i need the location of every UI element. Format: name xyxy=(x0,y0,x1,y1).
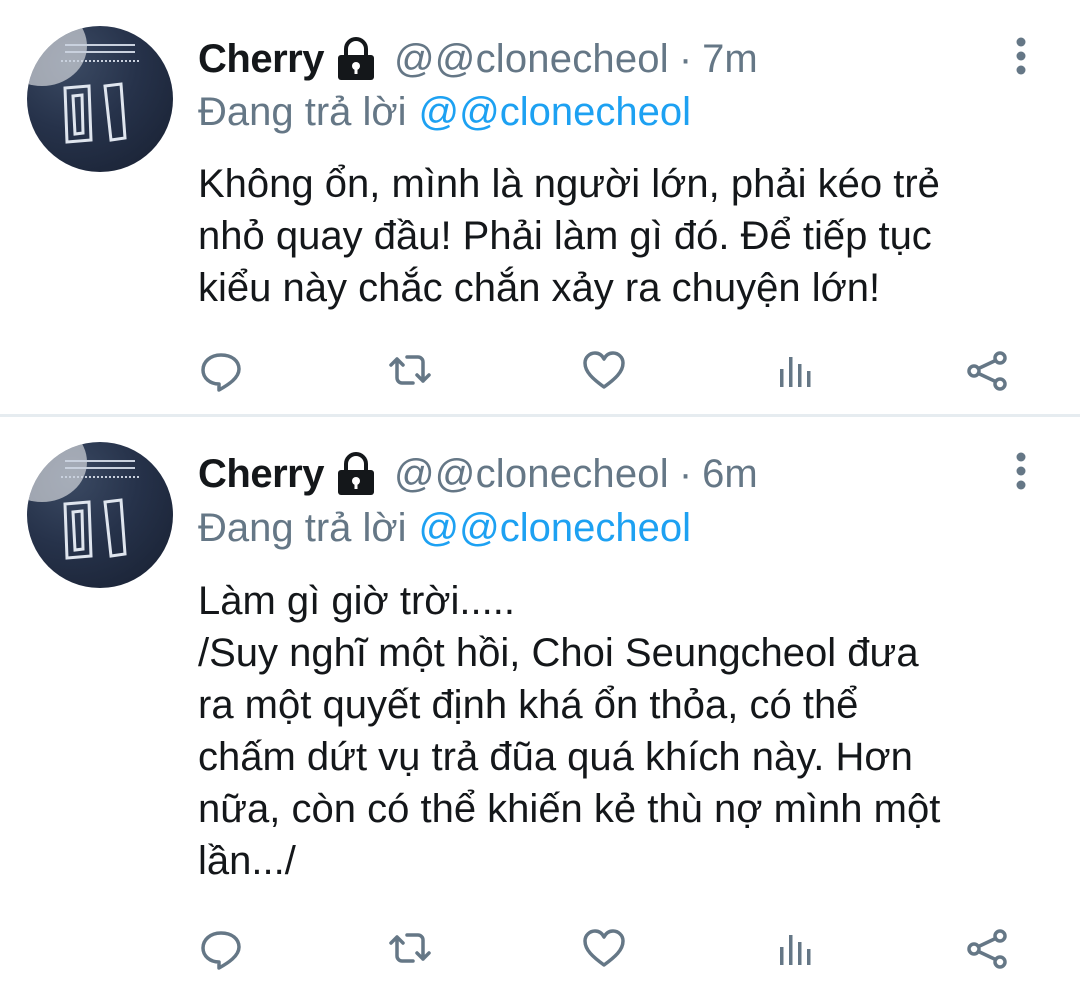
timestamp[interactable]: 7m xyxy=(702,37,758,82)
more-vertical-icon[interactable] xyxy=(1013,36,1029,76)
author-name[interactable]: Cherry xyxy=(198,452,324,497)
heart-icon xyxy=(583,351,625,389)
tweet-actions xyxy=(0,925,1080,975)
more-vertical-icon[interactable] xyxy=(1013,451,1029,491)
heart-icon xyxy=(583,929,625,967)
replying-to-handle[interactable]: @@clonecheol xyxy=(419,506,691,551)
tweet[interactable]: Cherry @@clonecheol · 6m Đang trả lời @@… xyxy=(0,417,1080,985)
reply-button[interactable] xyxy=(198,925,244,971)
replying-to-handle[interactable]: @@clonecheol xyxy=(419,90,691,135)
retweet-button[interactable] xyxy=(387,347,433,393)
like-button[interactable] xyxy=(581,925,627,971)
retweet-icon xyxy=(389,933,431,963)
tweet[interactable]: Cherry @@clonecheol · 7m Đang trả lời @@… xyxy=(0,0,1080,414)
tweet-actions xyxy=(0,347,1080,397)
author-name[interactable]: Cherry xyxy=(198,37,324,82)
analytics-bars-icon xyxy=(780,935,811,965)
replying-to: Đang trả lời @@clonecheol xyxy=(198,87,691,137)
reply-button[interactable] xyxy=(198,347,244,393)
share-button[interactable] xyxy=(964,925,1010,971)
analytics-bars-icon xyxy=(780,357,811,387)
separator: · xyxy=(678,451,693,496)
author-handle[interactable]: @@clonecheol xyxy=(394,452,669,497)
lock-icon xyxy=(334,451,378,497)
author-handle[interactable]: @@clonecheol xyxy=(394,37,669,82)
share-icon xyxy=(967,929,1007,969)
retweet-icon xyxy=(389,355,431,385)
tweet-header: Cherry @@clonecheol · 7m xyxy=(198,34,758,84)
analytics-button[interactable] xyxy=(772,925,818,971)
reply-bubble-icon xyxy=(201,931,241,970)
avatar[interactable] xyxy=(27,442,173,588)
replying-to-label: Đang trả lời xyxy=(198,505,407,550)
avatar[interactable] xyxy=(27,26,173,172)
tweet-text: Không ổn, mình là người lớn, phải kéo tr… xyxy=(198,162,940,310)
tweet-header: Cherry @@clonecheol · 6m xyxy=(198,449,758,499)
share-icon xyxy=(967,351,1007,391)
tweet-text: Làm gì giờ trời..... /Suy nghĩ một hồi, … xyxy=(198,579,941,883)
replying-to-label: Đang trả lời xyxy=(198,89,407,134)
separator: · xyxy=(678,36,693,81)
analytics-button[interactable] xyxy=(772,347,818,393)
replying-to: Đang trả lời @@clonecheol xyxy=(198,503,691,553)
reply-bubble-icon xyxy=(201,353,241,392)
timestamp[interactable]: 6m xyxy=(702,452,758,497)
lock-icon xyxy=(334,36,378,82)
retweet-button[interactable] xyxy=(387,925,433,971)
like-button[interactable] xyxy=(581,347,627,393)
share-button[interactable] xyxy=(964,347,1010,393)
